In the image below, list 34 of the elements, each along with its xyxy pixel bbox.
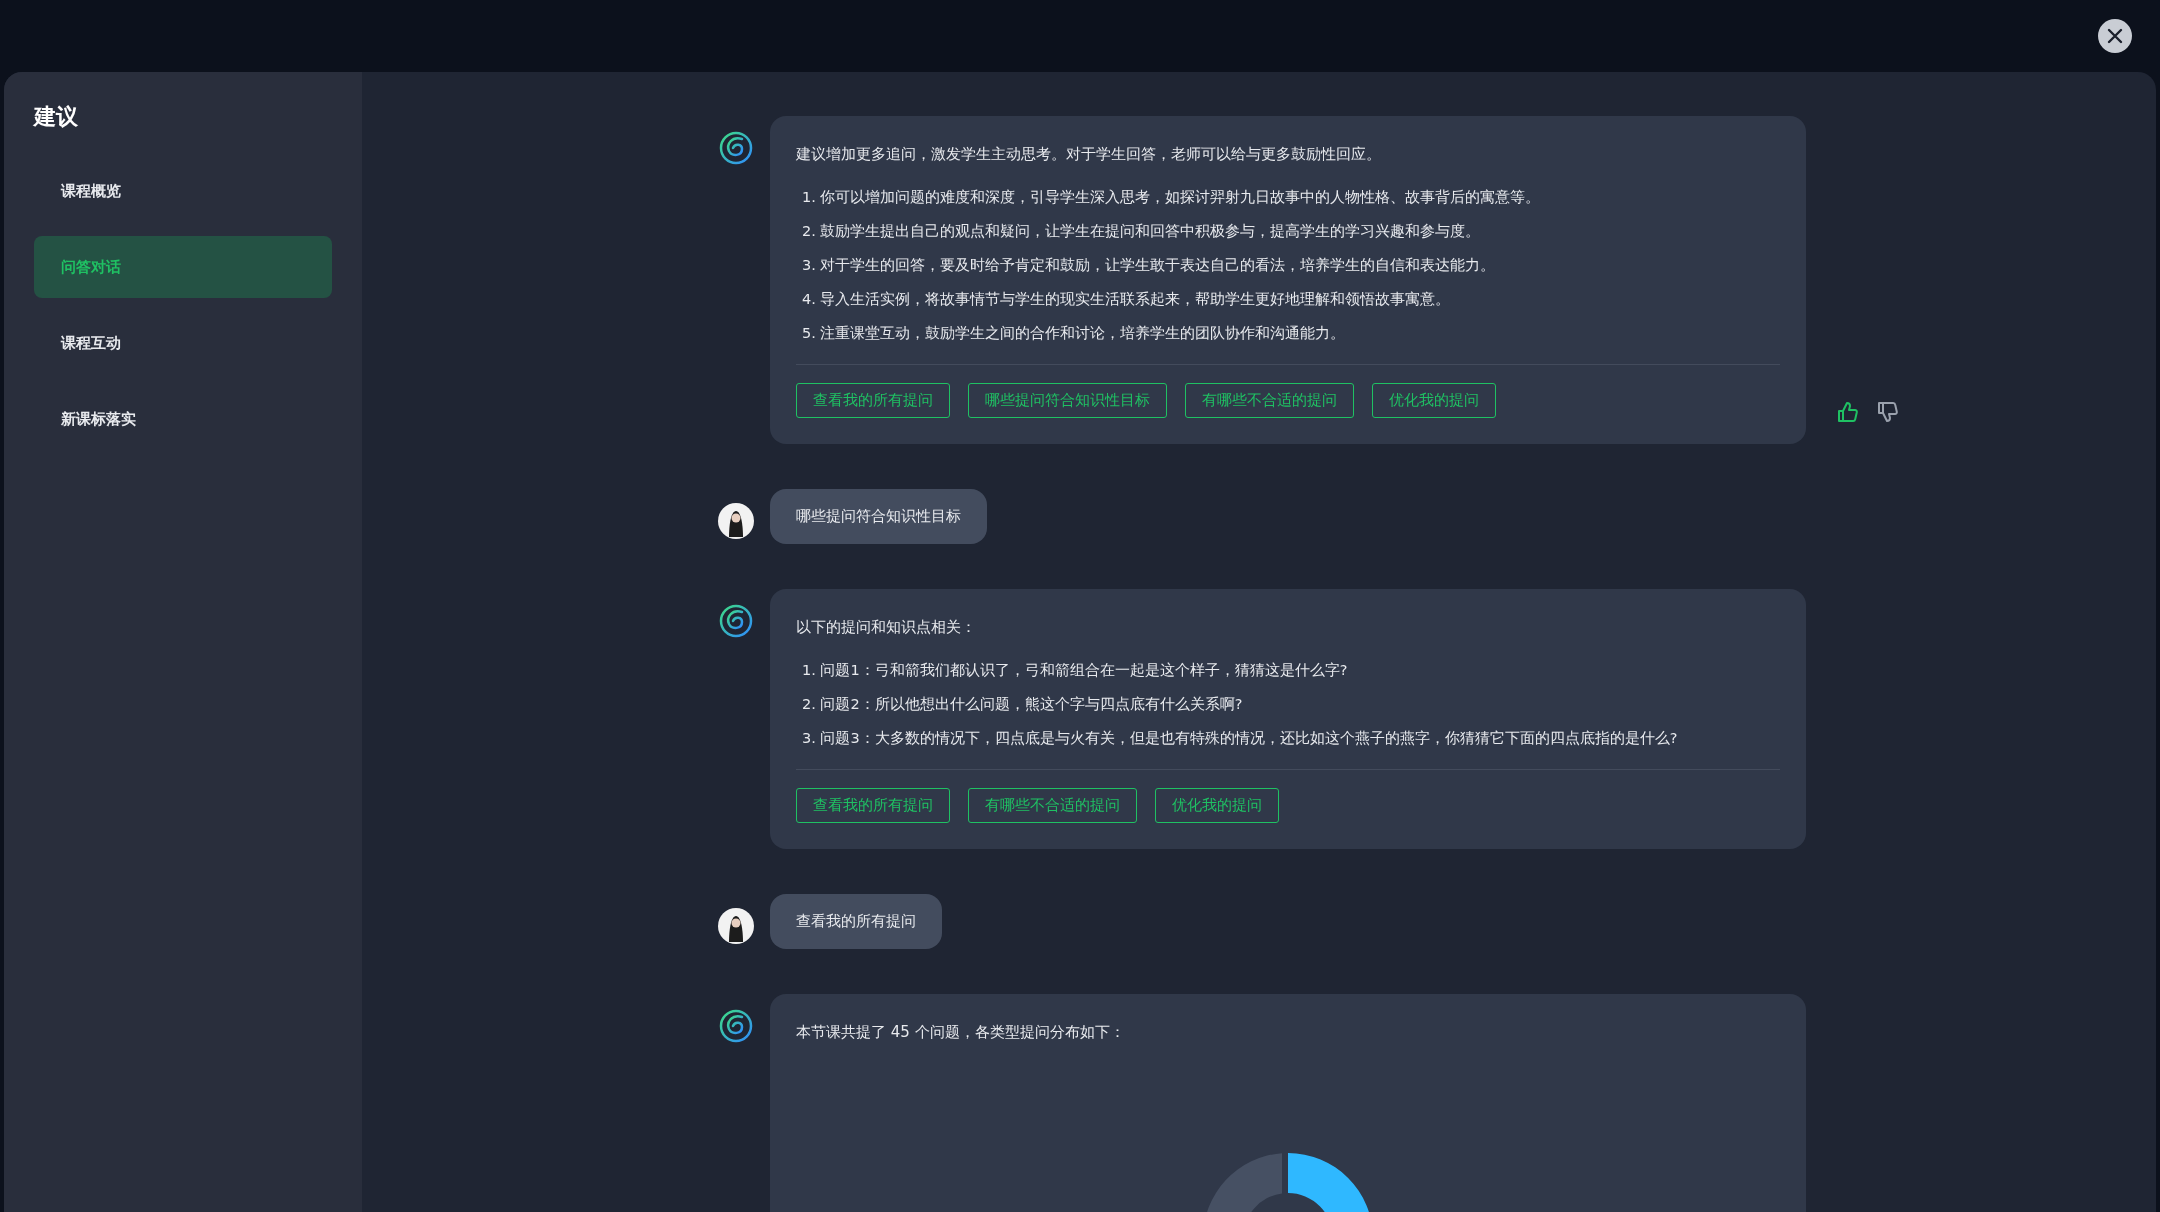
list-item-text: 5. 注重课堂互动，鼓励学生之间的合作和讨论，培养学生的团队协作和沟通能力。 (802, 324, 1347, 343)
close-button[interactable] (2098, 19, 2132, 53)
sidebar-title: 建议 (34, 103, 79, 131)
spiral-logo-icon (718, 130, 754, 166)
list-item-text: 3. 对于学生的回答，要及时给予肯定和鼓励，让学生敢于表达自己的看法，培养学生的自信和表达能力。 (802, 256, 1497, 275)
list-item-text: 2. 鼓励学生提出自己的观点和疑问，让学生在提问和回答中积极参与，提高学生的学习兴趣和参与度。 (802, 222, 1482, 241)
suggestion-button[interactable]: 有哪些不合适的提问 (968, 788, 1137, 823)
sidebar-item[interactable]: 课程概览 (34, 160, 332, 222)
suggestion-button[interactable]: 优化我的提问 (1372, 383, 1496, 418)
suggestion-button[interactable]: 优化我的提问 (1155, 788, 1279, 823)
close-icon (2107, 28, 2123, 44)
sidebar-item[interactable]: 课程互动 (34, 312, 332, 374)
sidebar-item[interactable]: 问答对话 (34, 236, 332, 298)
list-item-text: 4. 导入生活实例，将故事情节与学生的现实生活联系起来，帮助学生更好地理解和领悟故事寓意。 (802, 290, 1452, 309)
spiral-logo-icon (718, 603, 754, 639)
suggestion-button[interactable]: 查看我的所有提问 (796, 788, 950, 823)
list-item-text: 1. 你可以增加问题的难度和深度，引导学生深入思考，如探讨羿射九日故事中的人物性格、故事背后的寓意等。 (802, 188, 1542, 207)
user-avatar-icon (718, 908, 754, 944)
user-avatar-icon (718, 503, 754, 539)
list-item-text: 3. 问题3：大多数的情况下，四点底是与火有关，但是也有特殊的情况，还比如这个燕子的燕字，你猜猜它下面的四点底指的是什么? (802, 729, 1679, 748)
sidebar-item[interactable]: 新课标落实 (34, 388, 332, 450)
spiral-logo-icon (718, 1008, 754, 1044)
user-message: 查看我的所有提问 (770, 894, 942, 949)
list-item-text: 2. 问题2：所以他想出什么问题，熊这个字与四点底有什么关系啊? (802, 695, 1244, 714)
user-message: 哪些提问符合知识性目标 (770, 489, 987, 544)
suggestion-button[interactable]: 查看我的所有提问 (796, 383, 950, 418)
suggestion-button[interactable]: 有哪些不合适的提问 (1185, 383, 1354, 418)
list-item-text: 1. 问题1：弓和箭我们都认识了，弓和箭组合在一起是这个样子，猜猜这是什么字? (802, 661, 1349, 680)
message-text: 以下的提问和知识点相关： (796, 617, 977, 638)
thumbs-up-icon[interactable] (1836, 400, 1860, 424)
message-text: 本节课共提了 45 个问题，各类型提问分布如下： (796, 1022, 1126, 1043)
suggestion-button[interactable]: 哪些提问符合知识性目标 (968, 383, 1167, 418)
message-text: 建议增加更多追问，激发学生主动思考。对于学生回答，老师可以给与更多鼓励性回应。 (796, 144, 1382, 165)
thumbs-down-icon[interactable] (1876, 400, 1900, 424)
